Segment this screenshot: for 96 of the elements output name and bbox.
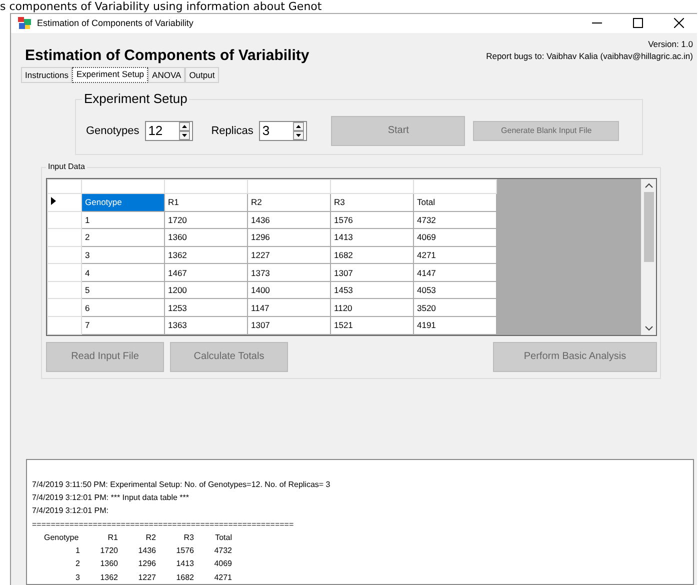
table-cell[interactable]: 1120 [330, 298, 414, 317]
table-cell[interactable]: 1253 [164, 298, 248, 317]
row-header[interactable] [48, 194, 82, 212]
log-table-text: 4732 [213, 545, 232, 558]
log-table-text: 1682 [175, 572, 194, 584]
action-button[interactable]: Calculate Totals [170, 342, 288, 372]
table-cell[interactable]: 1362 [164, 246, 248, 264]
log-table-text: Genotype [43, 532, 80, 544]
table-cell[interactable]: 4271 [414, 246, 496, 264]
table-cell[interactable]: 1373 [248, 264, 330, 282]
table-cell[interactable]: 1147 [248, 298, 330, 317]
table-cell[interactable]: 1296 [248, 228, 330, 246]
close-icon[interactable] [674, 18, 684, 28]
table-cell[interactable]: 1467 [164, 264, 248, 282]
action-button[interactable]: Perform Basic Analysis [493, 342, 657, 372]
replicas-spinner[interactable]: 3 [259, 120, 308, 141]
table-cell[interactable]: 1307 [248, 316, 330, 334]
table-cell[interactable]: R3 [330, 194, 414, 212]
log-line: ======================================================== [32, 518, 295, 531]
table-cell[interactable]: 4191 [414, 316, 496, 334]
table-cell[interactable]: 7 [82, 316, 164, 334]
log-table-text: 1 [74, 545, 80, 558]
table-cell[interactable]: 1227 [248, 246, 330, 264]
log-table-text: 3 [74, 572, 80, 584]
log-table-text: 1362 [99, 572, 118, 584]
log-table-text: Total [214, 532, 232, 544]
log-table-text: R1 [106, 532, 118, 544]
scroll-down-icon[interactable] [644, 326, 652, 331]
tab[interactable]: Instructions [21, 66, 72, 83]
table-cell[interactable]: 3520 [414, 298, 496, 317]
log-table-text: 1436 [137, 545, 156, 558]
group-title: Experiment Setup [82, 90, 190, 106]
log-line: 7/4/2019 3:11:50 PM: Experimental Setup: No. of Genotypes=12. No. of Replicas= 3 [32, 478, 332, 491]
group-title: Input Data [46, 162, 87, 171]
log-table-text: 1227 [137, 572, 156, 584]
log-line: 7/4/2019 3:12:01 PM: *** Input data table *** [32, 492, 190, 504]
log-table-text: 1720 [99, 545, 118, 558]
genotypes-spinner[interactable]: 12 [145, 120, 194, 141]
bug-report-label: Report bugs to: Vaibhav Kalia (vaibhav@hillagric.ac.in) [486, 50, 693, 61]
maximize-icon[interactable] [633, 18, 643, 28]
table-cell[interactable]: 1413 [330, 228, 414, 246]
start-button[interactable]: Start [331, 116, 466, 146]
window-title: Estimation of Components of Variability [37, 18, 194, 28]
table-cell[interactable]: 1576 [330, 211, 414, 229]
log-table-text: R2 [144, 532, 156, 544]
table-cell[interactable]: 4069 [414, 228, 496, 246]
table-cell[interactable]: Genotype [82, 194, 164, 212]
log-table-text: 4069 [213, 558, 232, 570]
log-table-text: R3 [182, 532, 194, 544]
table-cell[interactable]: 4053 [414, 281, 496, 299]
log-table-text: 1413 [175, 558, 194, 570]
table-cell[interactable]: 1682 [330, 246, 414, 264]
table-cell[interactable]: 1360 [164, 228, 248, 246]
table-cell[interactable]: 5 [82, 281, 164, 299]
document-heading: s components of Variability using information about Genot [0, 0, 323, 13]
table-cell[interactable]: Total [414, 194, 496, 212]
table-cell[interactable]: 1436 [248, 211, 330, 229]
table-cell[interactable]: 1307 [330, 264, 414, 282]
log-textbox[interactable] [26, 458, 694, 585]
log-table-text: 1296 [137, 558, 156, 570]
table-cell[interactable]: R1 [164, 194, 248, 212]
table-cell[interactable]: 2 [82, 228, 164, 246]
table-cell[interactable]: 1 [82, 211, 164, 229]
table-cell[interactable]: 1400 [248, 281, 330, 299]
generate-blank-input-file-button[interactable]: Generate Blank Input File [473, 120, 620, 141]
table-cell[interactable]: 1200 [164, 281, 248, 299]
tab[interactable]: ANOVA [148, 66, 186, 83]
log-line: 7/4/2019 3:12:01 PM: [32, 505, 110, 518]
scroll-thumb[interactable] [644, 192, 654, 262]
log-table-text: 4271 [213, 572, 232, 584]
replicas-label: Replicas [211, 124, 254, 137]
table-cell[interactable]: 1720 [164, 211, 248, 229]
log-table-text: 1576 [175, 545, 194, 558]
vertical-scrollbar[interactable] [641, 178, 656, 335]
table-cell[interactable]: 1521 [330, 316, 414, 334]
spinner-arrows-icon[interactable] [293, 122, 304, 140]
action-button[interactable]: Read Input File [46, 342, 164, 372]
table-cell[interactable]: 1363 [164, 316, 248, 334]
table-cell[interactable]: 6 [82, 298, 164, 317]
tab[interactable]: Experiment Setup [72, 66, 148, 83]
scroll-up-icon[interactable] [644, 182, 652, 188]
log-table-text: 1360 [99, 558, 118, 570]
genotypes-label: Genotypes [86, 124, 140, 137]
app-icon [18, 17, 31, 30]
app-title: Estimation of Components of Variability [25, 46, 310, 64]
table-cell[interactable]: 4147 [414, 264, 496, 282]
table-cell[interactable]: R2 [248, 194, 330, 212]
table-cell[interactable]: 4 [82, 264, 164, 282]
table-cell[interactable]: 1453 [330, 281, 414, 299]
version-label: Version: 1.0 [648, 38, 693, 49]
current-row-icon [51, 197, 56, 206]
spinner-arrows-icon[interactable] [179, 122, 190, 140]
table-cell[interactable]: 3 [82, 246, 164, 264]
tab[interactable]: Output [185, 66, 219, 83]
table-cell[interactable]: 4732 [414, 211, 496, 229]
log-table-text: 2 [74, 558, 80, 570]
